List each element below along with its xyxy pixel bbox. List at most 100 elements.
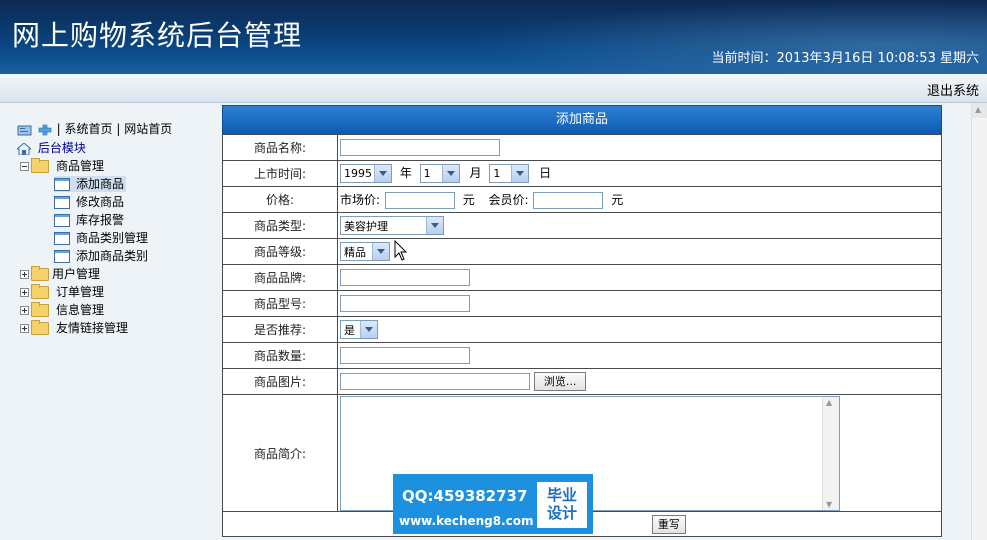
expand-icon[interactable] (20, 306, 29, 315)
field-label: 商品简介: (222, 394, 338, 512)
user-card-icon (17, 125, 32, 135)
field-label: 是否推荐: (222, 316, 338, 343)
tree-root[interactable]: 后台模块 (17, 140, 86, 156)
browse-button[interactable]: 浏览... (533, 372, 587, 391)
watermark-url: www.kecheng8.com (399, 514, 534, 528)
scroll-up-icon[interactable] (972, 103, 987, 118)
app-title: 网上购物系统后台管理 (12, 19, 303, 52)
day-value: 1 (493, 167, 501, 180)
month-value: 1 (423, 167, 431, 180)
tree-item-label: 修改商品 (76, 195, 125, 209)
form-row: 商品品牌: (222, 264, 942, 291)
add-icon[interactable] (37, 124, 53, 136)
tree-item-label: 添加商品类别 (76, 249, 149, 263)
page-icon (54, 232, 70, 245)
textarea-scrollbar[interactable] (822, 396, 839, 510)
watermark-stamp: 毕业 设计 (537, 482, 587, 528)
tree-root-label: 后台模块 (37, 141, 86, 155)
page-icon (54, 214, 70, 227)
tree-item-add-category[interactable]: 添加商品类别 (54, 248, 148, 264)
goods-grade-select[interactable]: 精品 (340, 242, 390, 261)
tree-group-label: 用户管理 (52, 267, 101, 281)
field-label: 商品型号: (222, 290, 338, 317)
field-label: 商品品牌: (222, 264, 338, 291)
form-row: 是否推荐: 是 (222, 316, 942, 343)
form-row: 商品图片: 浏览... (222, 368, 942, 395)
year-unit: 年 (399, 166, 412, 180)
tree-group-label: 订单管理 (56, 285, 105, 299)
form-row: 商品等级: 精品 (222, 238, 942, 265)
recommend-select[interactable]: 是 (340, 320, 378, 339)
logout-link[interactable]: 退出系统 (927, 80, 979, 99)
tree-group-info[interactable]: 信息管理 (20, 302, 104, 318)
tree-item-label: 添加商品 (76, 177, 125, 191)
form-row: 商品类型: 美容护理 (222, 212, 942, 239)
month-select[interactable]: 1 (419, 164, 460, 183)
field-label: 商品图片: (222, 368, 338, 395)
member-price-label: 会员价: (488, 192, 529, 207)
field-label: 价格: (222, 186, 338, 213)
folder-open-icon (31, 158, 49, 173)
divider: | (56, 122, 61, 136)
goods-type-value: 美容护理 (344, 219, 388, 233)
home-icon (17, 142, 31, 155)
goods-name-input[interactable] (340, 139, 500, 156)
yuan-unit: 元 (462, 192, 475, 207)
sidebar-top-links: | 系统首页 | 网站首页 (17, 120, 172, 137)
field-label: 商品数量: (222, 342, 338, 369)
day-unit: 日 (539, 166, 552, 180)
chevron-down-icon (372, 243, 389, 260)
sidebar: | 系统首页 | 网站首页 后台模块 商品管理 添加商品 修改商品 库存报警 商… (0, 103, 192, 540)
day-select[interactable]: 1 (489, 164, 530, 183)
system-home-link[interactable]: 系统首页 (65, 122, 113, 136)
stamp-line: 毕业 (546, 486, 577, 504)
chevron-down-icon (511, 165, 529, 182)
model-input[interactable] (340, 295, 470, 312)
recommend-value: 是 (344, 323, 355, 337)
chevron-down-icon (360, 321, 377, 338)
tree-item-category-manage[interactable]: 商品类别管理 (54, 230, 148, 246)
tree-item-edit-goods[interactable]: 修改商品 (54, 194, 124, 210)
collapse-icon[interactable] (20, 162, 29, 171)
current-datetime: 当前时间：2013年3月16日 10:08:53 星期六 (711, 51, 979, 66)
stamp-line: 设计 (546, 504, 577, 522)
tree-item-label: 库存报警 (76, 213, 125, 227)
year-select[interactable]: 1995 (340, 164, 392, 183)
watermark-qq: QQ:459382737 (402, 487, 528, 505)
goods-grade-value: 精品 (344, 245, 366, 259)
tree-group-orders[interactable]: 订单管理 (20, 284, 104, 300)
tree-group-goods[interactable]: 商品管理 (20, 158, 104, 174)
folder-icon (31, 266, 49, 281)
page-scrollbar[interactable] (971, 103, 987, 540)
tree-item-add-goods[interactable]: 添加商品 (54, 176, 127, 192)
yuan-unit: 元 (611, 192, 624, 207)
tree-group-label: 信息管理 (56, 303, 105, 317)
folder-icon (31, 302, 49, 317)
expand-icon[interactable] (20, 324, 29, 333)
form-title: 添加商品 (222, 105, 942, 135)
field-label: 商品名称: (222, 134, 338, 161)
image-path-input[interactable] (340, 373, 530, 390)
watermark-banner: QQ:459382737 www.kecheng8.com 毕业 设计 (393, 474, 593, 534)
chevron-down-icon (426, 217, 443, 234)
toolbar: 退出系统 (0, 74, 987, 103)
website-home-link[interactable]: 网站首页 (124, 122, 172, 136)
brand-input[interactable] (340, 269, 470, 286)
chevron-down-icon (374, 165, 391, 182)
tree-group-links[interactable]: 友情链接管理 (20, 320, 128, 336)
tree-group-users[interactable]: 用户管理 (20, 266, 100, 282)
goods-type-select[interactable]: 美容护理 (340, 216, 444, 235)
form-row: 商品型号: (222, 290, 942, 317)
market-price-label: 市场价: (340, 192, 381, 207)
field-label: 商品类型: (222, 212, 338, 239)
market-price-input[interactable] (384, 191, 455, 209)
page-icon (54, 196, 70, 209)
member-price-input[interactable] (533, 191, 604, 209)
page-icon (54, 250, 70, 263)
quantity-input[interactable] (340, 347, 470, 364)
reset-button[interactable]: 重写 (651, 514, 686, 534)
field-label: 上市时间: (222, 160, 338, 187)
tree-item-stock-alert[interactable]: 库存报警 (54, 212, 124, 228)
expand-icon[interactable] (20, 270, 29, 279)
expand-icon[interactable] (20, 288, 29, 297)
